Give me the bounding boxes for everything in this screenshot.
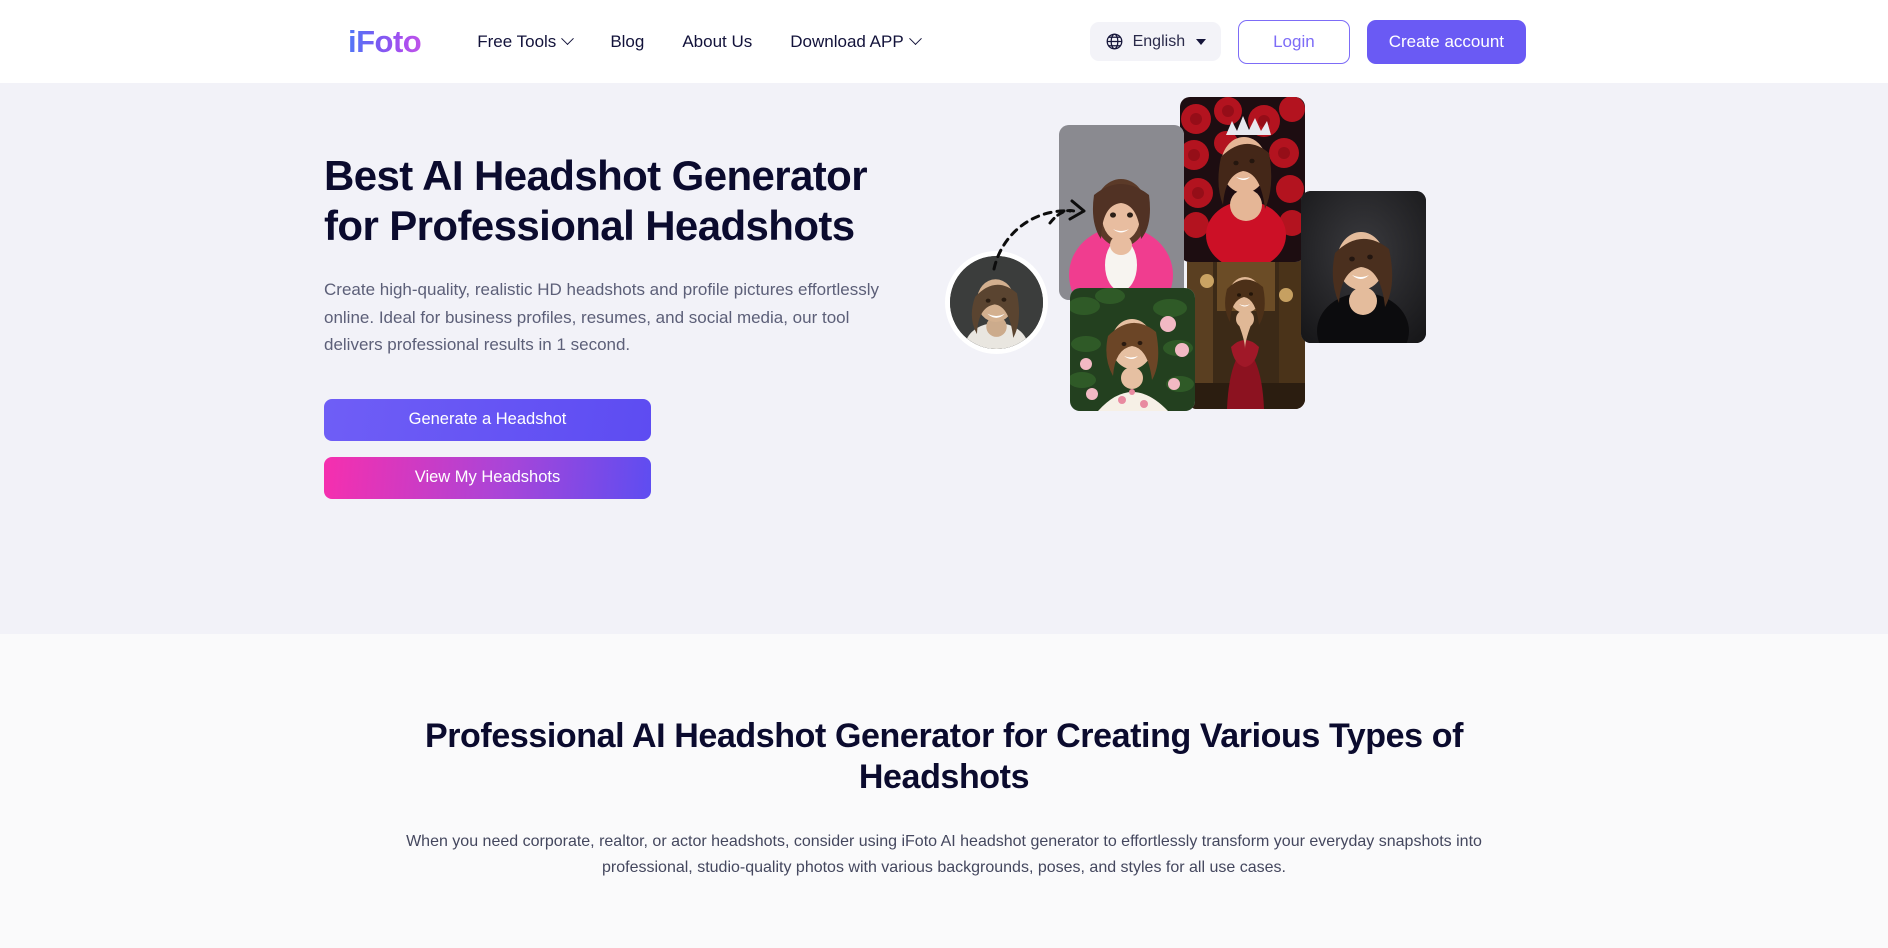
hero-copy: Best AI Headshot Generator for Professio…	[324, 83, 924, 634]
login-button[interactable]: Login	[1238, 19, 1350, 64]
site-header: iFoto Free Tools Blog About Us Download …	[0, 0, 1888, 83]
hero-title-line-1: Best AI Headshot Generator	[324, 152, 868, 199]
hero-title-line-2: for Professional Headshots	[324, 201, 855, 249]
section-paragraph: When you need corporate, realtor, or act…	[406, 832, 1482, 876]
primary-nav: Free Tools Blog About Us Download APP	[477, 31, 922, 52]
nav-label: Blog	[610, 31, 645, 51]
nav-item-download-app[interactable]: Download APP	[790, 31, 922, 52]
collage-photo-floral-garden	[1070, 288, 1195, 411]
nav-item-free-tools[interactable]: Free Tools	[477, 31, 575, 52]
woman-red-gown-image	[1187, 251, 1305, 409]
collage-photo-tiara-roses	[1180, 97, 1305, 262]
nav-item-blog[interactable]: Blog	[610, 32, 644, 52]
hero-cta-group: Generate a Headshot View My Headshots	[324, 398, 924, 499]
header-actions: English Login Create account	[1089, 19, 1888, 64]
view-my-headshots-button[interactable]: View My Headshots	[324, 456, 651, 499]
dashed-arrow-icon	[992, 199, 1086, 271]
language-selector[interactable]: English	[1089, 22, 1222, 61]
collage-photo-red-gown	[1187, 251, 1305, 409]
woman-tiara-roses-image	[1180, 97, 1305, 262]
page-title: Best AI Headshot Generator for Professio…	[324, 151, 924, 250]
globe-icon	[1106, 33, 1123, 50]
hero-section: Best AI Headshot Generator for Professio…	[0, 83, 1888, 634]
headshot-types-section: Professional AI Headshot Generator for C…	[0, 634, 1888, 948]
hero-collage	[944, 83, 1564, 634]
nav-label: Free Tools	[477, 31, 557, 51]
chevron-down-icon	[908, 32, 922, 46]
hero-description: Create high-quality, realistic HD headsh…	[324, 280, 879, 355]
language-label: English	[1132, 32, 1186, 50]
caret-down-icon	[1196, 38, 1207, 45]
nav-item-about-us[interactable]: About Us	[682, 32, 752, 52]
woman-black-turtleneck-image	[1301, 191, 1426, 343]
section-title: Professional AI Headshot Generator for C…	[424, 717, 1464, 797]
logo[interactable]: iFoto	[348, 24, 422, 60]
woman-floral-garden-image	[1070, 288, 1195, 411]
chevron-down-icon	[561, 32, 575, 46]
generate-headshot-button[interactable]: Generate a Headshot	[324, 398, 651, 441]
collage-photo-black-turtleneck	[1301, 191, 1426, 343]
create-account-button[interactable]: Create account	[1366, 19, 1526, 64]
nav-label: Download APP	[790, 31, 904, 51]
nav-label: About Us	[682, 31, 753, 51]
